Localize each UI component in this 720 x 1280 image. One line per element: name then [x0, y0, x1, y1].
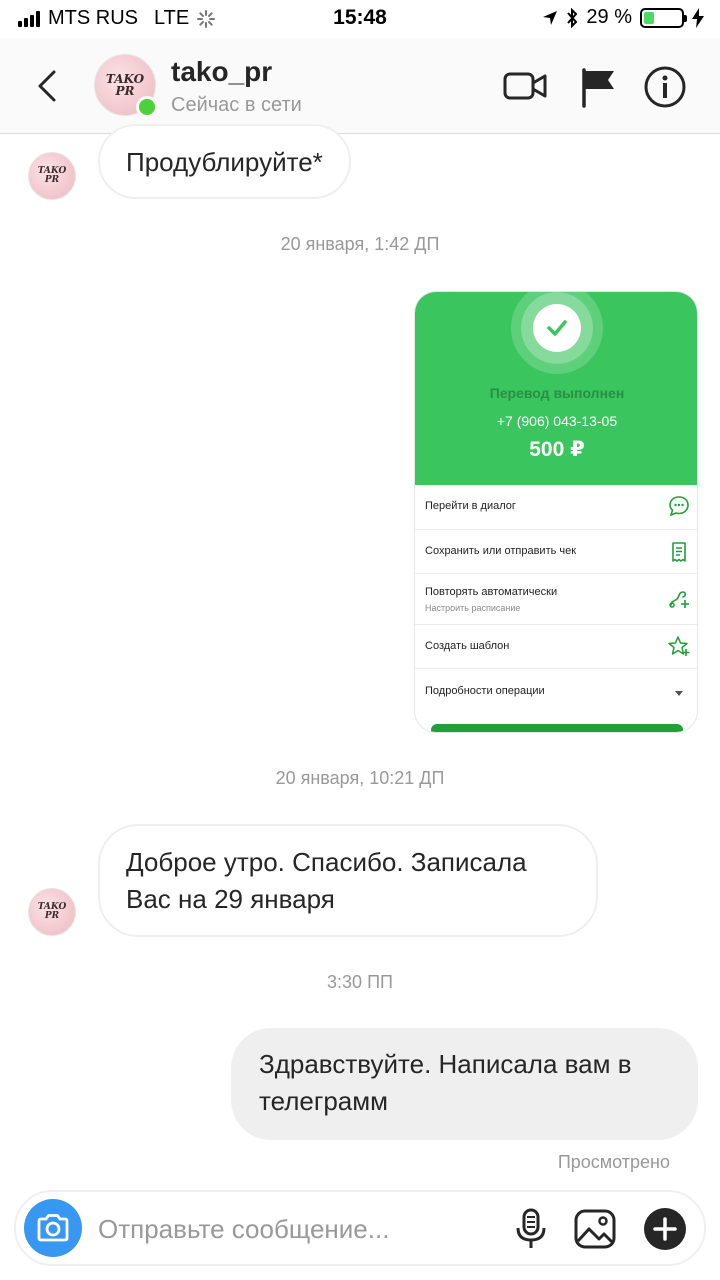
chat-header: TAKO PR tako_pr Сейчас в сети	[0, 38, 720, 134]
timestamp: 20 января, 1:42 ДП	[280, 234, 440, 254]
receipt-row-template: Создать шаблон	[415, 625, 697, 669]
info-icon[interactable]	[642, 64, 688, 110]
location-arrow-icon	[543, 10, 558, 25]
message-outgoing[interactable]: Здравствуйте. Написала вам в телеграмм	[231, 1028, 698, 1140]
battery-icon	[640, 7, 687, 28]
receipt-row-repeat: Повторять автоматически Настроить распис…	[415, 574, 697, 625]
back-arrow-icon[interactable]	[30, 66, 66, 106]
camera-button[interactable]	[24, 1199, 82, 1257]
receipt-phone: +7 (906) 043-13-05	[496, 413, 618, 429]
message-text-line: Здравствуйте. Написала вам в	[259, 1049, 632, 1079]
plus-icon[interactable]	[642, 1206, 688, 1252]
message-text-line: Вас на 29 января	[126, 884, 335, 914]
star-plus-icon	[668, 636, 690, 656]
repeat-plus-icon	[669, 591, 689, 608]
avatar-text-2: PR	[44, 175, 60, 185]
receipt-amount: 500 ₽	[529, 438, 585, 461]
receipt-row-label: Перейти в диалог	[425, 500, 516, 512]
sender-avatar[interactable]: TAKO PR	[28, 888, 76, 936]
gallery-icon[interactable]	[572, 1206, 618, 1252]
flag-icon[interactable]	[576, 64, 622, 110]
message-text-line: телеграмм	[259, 1086, 388, 1116]
message-incoming[interactable]: Доброе утро. Спасибо. Записала Вас на 29…	[98, 824, 598, 937]
message-text: Продублируйте*	[126, 147, 323, 177]
message-text-line: Доброе утро. Спасибо. Записала	[126, 847, 527, 877]
receipt-row-dialog: Перейти в диалог	[415, 485, 697, 530]
bluetooth-icon	[567, 7, 578, 28]
sender-avatar[interactable]: TAKO PR	[28, 152, 76, 200]
status-bar: MTS RUS LTE 15:48 29 %	[0, 0, 720, 38]
message-composer	[14, 1190, 706, 1266]
avatar-text-2: PR	[44, 911, 60, 921]
triangle-down-icon	[675, 691, 683, 696]
online-status: Сейчас в сети	[171, 94, 302, 116]
charging-bolt-icon	[692, 7, 704, 28]
receipt-row-details: Подробности операции	[415, 669, 697, 714]
avatar-text-2: PR	[115, 84, 135, 98]
message-incoming[interactable]: Продублируйте*	[98, 124, 351, 199]
receipt-bottom-button	[431, 724, 683, 732]
timestamp: 3:30 ПП	[327, 972, 393, 992]
receipt-icon	[672, 542, 686, 562]
receipt-image-message[interactable]: Перевод выполнен +7 (906) 043-13-05 500 …	[414, 291, 698, 733]
message-input[interactable]	[98, 1210, 428, 1248]
receipt-row-label: Подробности операции	[425, 685, 545, 697]
checkmark-icon	[533, 304, 581, 352]
receipt-row-label: Сохранить или отправить чек	[425, 545, 577, 557]
camera-icon	[37, 1214, 69, 1242]
receipt-title: Перевод выполнен	[489, 385, 625, 401]
battery-percent: 29 %	[586, 6, 632, 28]
chat-icon	[669, 496, 689, 517]
receipt-row-label: Повторять автоматически	[425, 586, 558, 598]
receipt-row-save-check: Сохранить или отправить чек	[415, 530, 697, 574]
online-indicator	[136, 96, 158, 118]
status-right: 29 %	[542, 6, 704, 29]
video-call-icon[interactable]	[502, 64, 548, 110]
timestamp: 20 января, 10:21 ДП	[275, 768, 445, 788]
microphone-icon[interactable]	[508, 1206, 554, 1252]
receipt-row-label: Создать шаблон	[425, 640, 510, 652]
username[interactable]: tako_pr	[171, 56, 272, 88]
seen-indicator: Просмотрено	[557, 1152, 670, 1172]
receipt-header: Перевод выполнен +7 (906) 043-13-05 500 …	[415, 292, 697, 485]
receipt-row-sublabel: Настроить расписание	[425, 603, 521, 613]
